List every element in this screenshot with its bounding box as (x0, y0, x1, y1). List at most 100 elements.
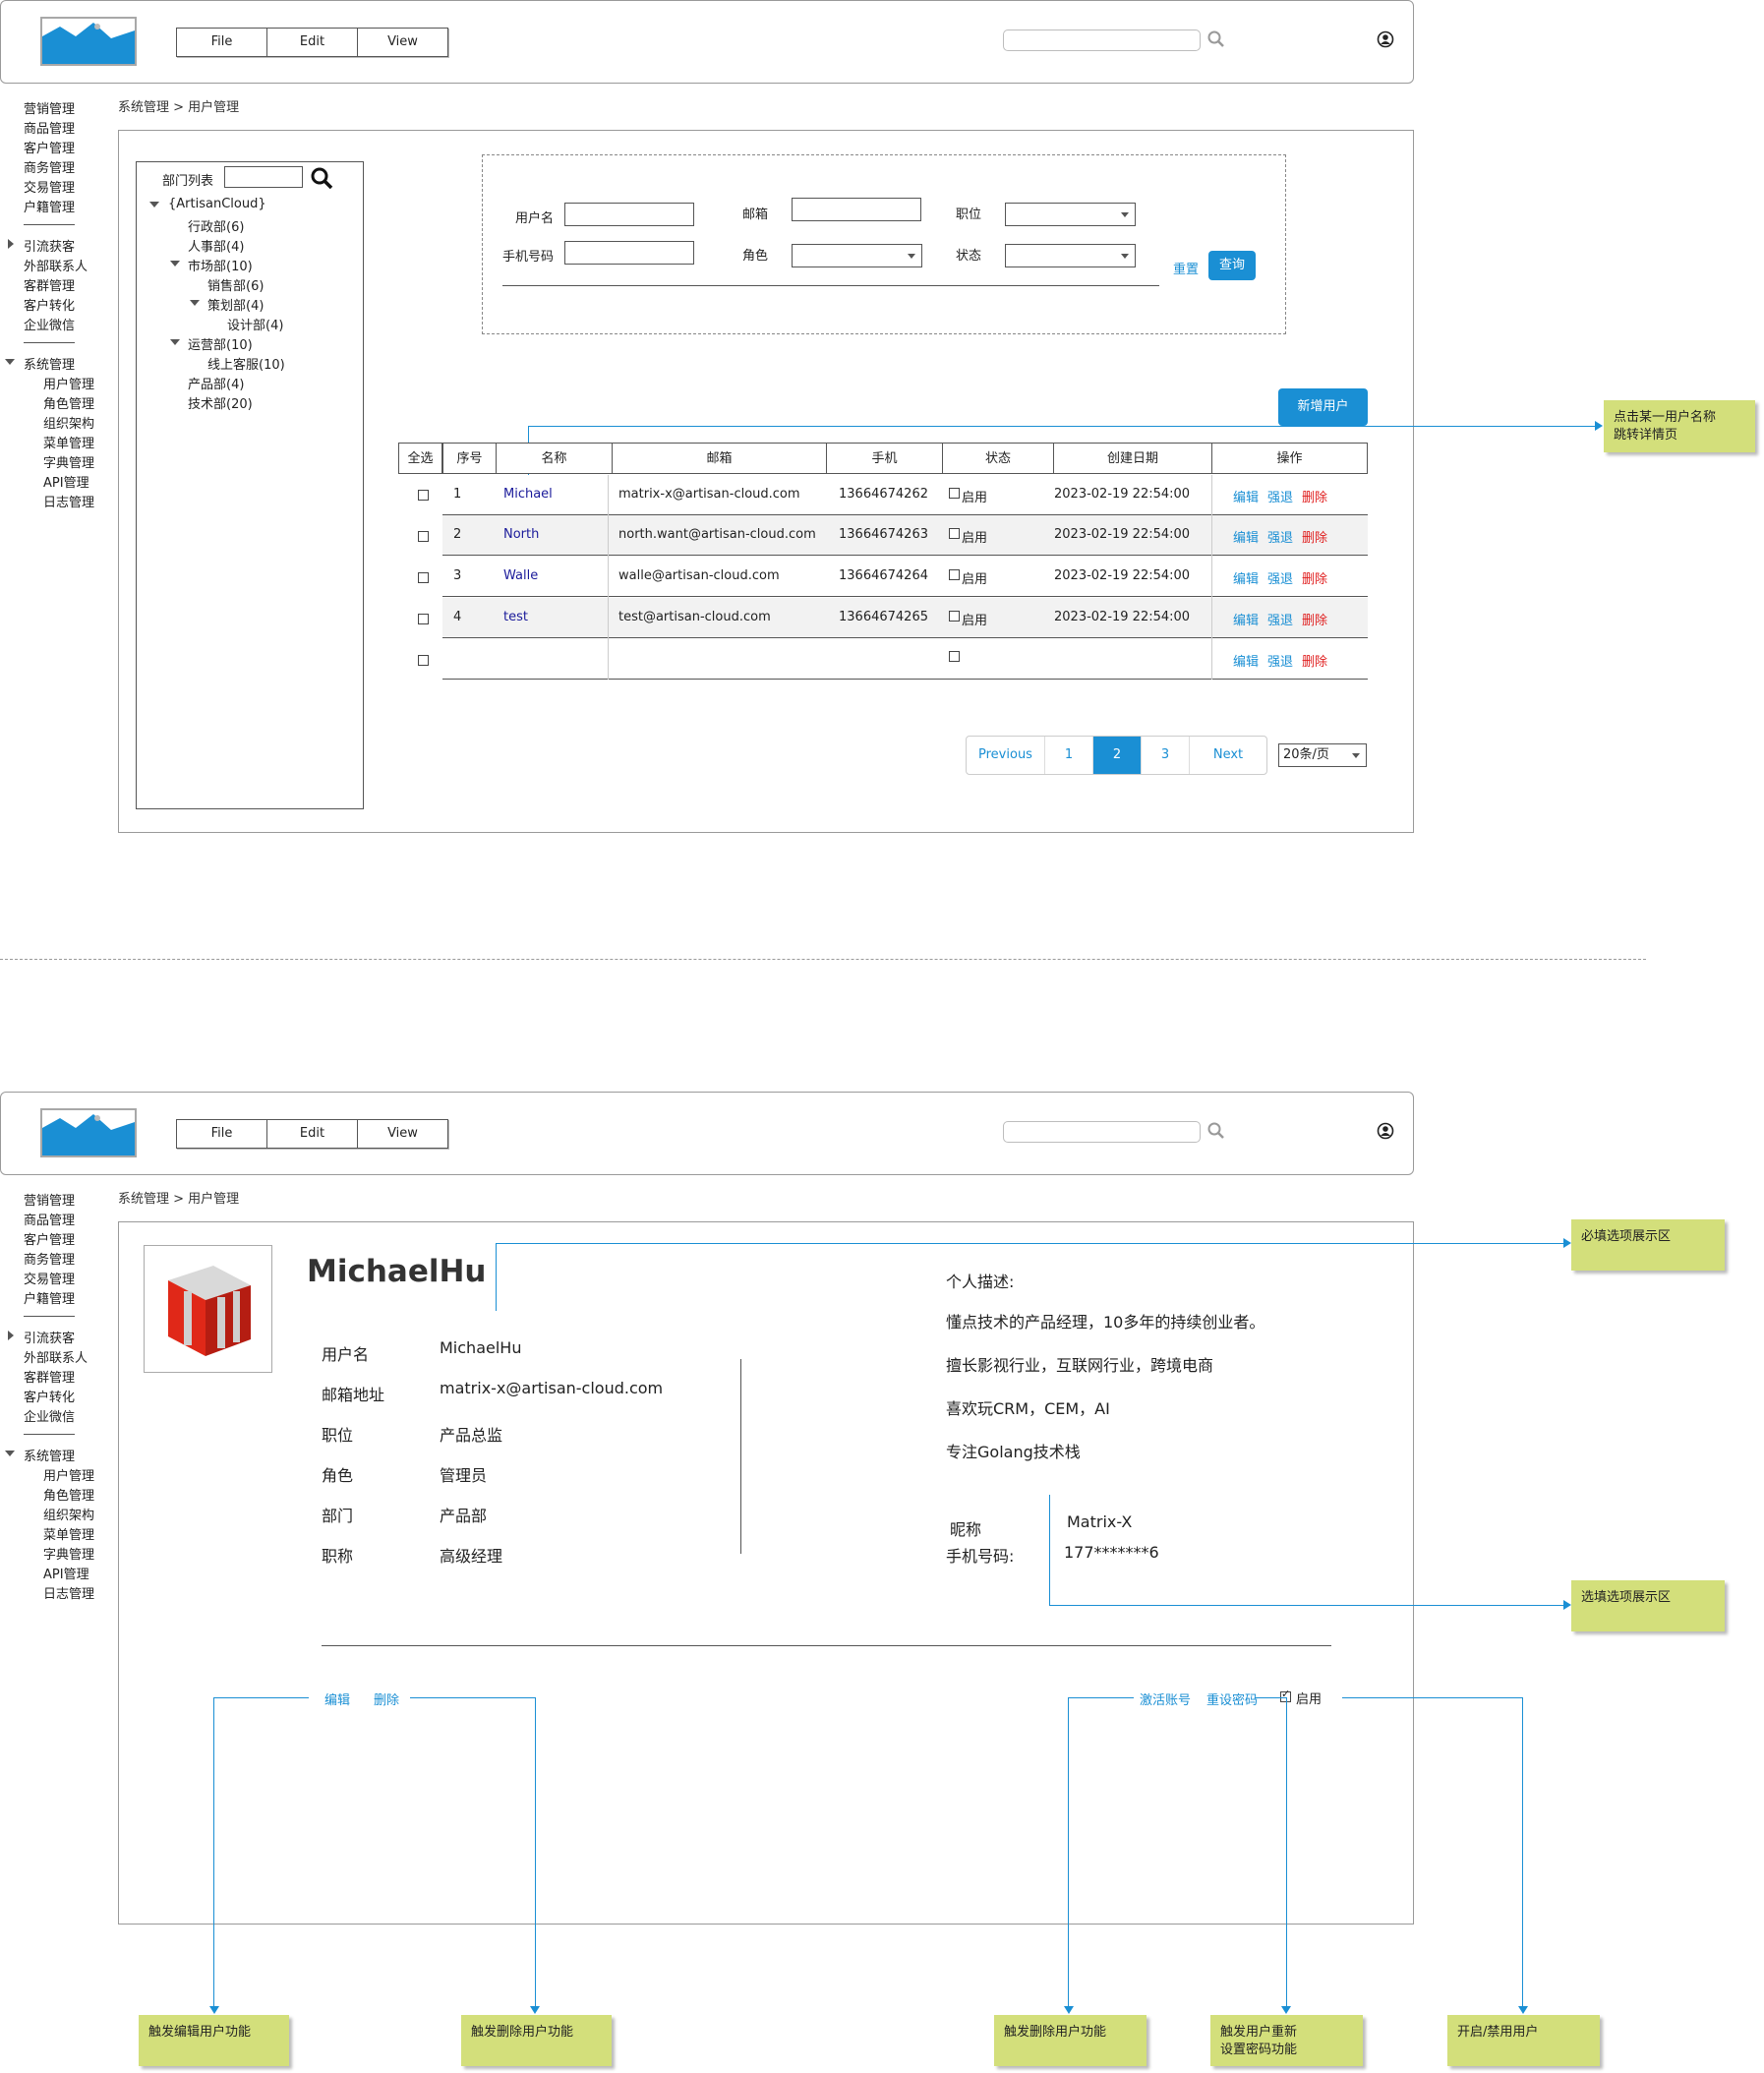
sidebar-subitem[interactable]: 菜单管理 (43, 1524, 94, 1543)
activate-account-button[interactable]: 激活账号 (1140, 1689, 1191, 1708)
sidebar-item-system[interactable]: 系统管理 (24, 1446, 75, 1464)
user-name-link[interactable]: Walle (503, 568, 538, 583)
collapse-arrow-icon[interactable] (170, 339, 180, 345)
col-header-select-all[interactable]: 全选 (398, 443, 442, 474)
status-select[interactable] (1005, 244, 1136, 267)
search-icon[interactable] (310, 166, 333, 190)
next-page-button[interactable]: Next (1190, 737, 1266, 774)
sidebar-item[interactable]: 交易管理 (24, 177, 75, 196)
page-button-1[interactable]: 1 (1045, 737, 1093, 774)
sidebar-subitem[interactable]: 菜单管理 (43, 433, 94, 451)
sidebar-item[interactable]: 企业微信 (24, 1406, 75, 1425)
tree-node[interactable]: 线上客服(10) (207, 354, 285, 373)
reset-button[interactable]: 重置 (1173, 259, 1199, 277)
search-input[interactable] (1003, 30, 1201, 51)
sidebar-item[interactable]: 客户转化 (24, 1387, 75, 1405)
user-name-link[interactable]: test (503, 610, 528, 624)
status-checkbox[interactable] (949, 569, 960, 580)
sidebar-item[interactable]: 客户转化 (24, 295, 75, 314)
sidebar-item[interactable]: 外部联系人 (24, 256, 88, 274)
menu-view[interactable]: View (358, 1120, 447, 1148)
sidebar-item[interactable]: 客户管理 (24, 138, 75, 156)
page-size-select[interactable]: 20条/页 (1278, 743, 1367, 767)
sidebar-item-system[interactable]: 系统管理 (24, 354, 75, 373)
force-logout-button[interactable]: 强退 (1267, 610, 1293, 628)
position-select[interactable] (1005, 203, 1136, 226)
collapse-arrow-icon[interactable] (170, 261, 180, 267)
tree-search-input[interactable] (224, 166, 303, 188)
sidebar-subitem[interactable]: 用户管理 (43, 374, 94, 392)
force-logout-button[interactable]: 强退 (1267, 568, 1293, 587)
row-checkbox[interactable] (418, 655, 429, 666)
edit-button[interactable]: 编辑 (1233, 651, 1259, 670)
sidebar-item[interactable]: 商务管理 (24, 157, 75, 176)
status-checkbox[interactable] (949, 651, 960, 662)
delete-button[interactable]: 删除 (1302, 487, 1327, 505)
status-checkbox[interactable] (949, 488, 960, 499)
row-checkbox[interactable] (418, 531, 429, 542)
sidebar-subitem[interactable]: 角色管理 (43, 393, 94, 412)
sidebar-subitem[interactable]: 组织架构 (43, 413, 94, 432)
edit-button[interactable]: 编辑 (324, 1689, 350, 1708)
tree-node[interactable]: 销售部(6) (207, 275, 264, 294)
query-button[interactable]: 查询 (1208, 251, 1256, 280)
force-logout-button[interactable]: 强退 (1267, 651, 1293, 670)
edit-button[interactable]: 编辑 (1233, 610, 1259, 628)
collapse-arrow-icon[interactable] (149, 202, 159, 207)
delete-button[interactable]: 删除 (1302, 651, 1327, 670)
sidebar-subitem[interactable]: API管理 (43, 1564, 89, 1582)
sidebar-subitem[interactable]: 组织架构 (43, 1505, 94, 1523)
force-logout-button[interactable]: 强退 (1267, 527, 1293, 546)
force-logout-button[interactable]: 强退 (1267, 487, 1293, 505)
sidebar-item[interactable]: 客户管理 (24, 1229, 75, 1248)
search-input[interactable] (1003, 1121, 1201, 1143)
menu-edit[interactable]: Edit (267, 29, 358, 56)
page-button-2[interactable]: 2 (1093, 737, 1142, 774)
menu-file[interactable]: File (177, 1120, 267, 1148)
expand-arrow-icon[interactable] (8, 239, 14, 249)
collapse-arrow-icon[interactable] (5, 359, 15, 365)
sidebar-item[interactable]: 交易管理 (24, 1269, 75, 1287)
sidebar-item[interactable]: 客群管理 (24, 275, 75, 294)
sidebar-item[interactable]: 户籍管理 (24, 197, 75, 215)
sidebar-item[interactable]: 营销管理 (24, 98, 75, 117)
sidebar-subitem[interactable]: 角色管理 (43, 1485, 94, 1504)
sidebar-item[interactable]: 商品管理 (24, 118, 75, 137)
tree-node[interactable]: 行政部(6) (188, 216, 244, 235)
tree-node[interactable]: 市场部(10) (188, 256, 253, 274)
user-name-link[interactable]: North (503, 527, 539, 542)
tree-node[interactable]: 运营部(10) (188, 334, 253, 353)
row-checkbox[interactable] (418, 614, 429, 624)
menu-file[interactable]: File (177, 29, 267, 56)
expand-arrow-icon[interactable] (8, 1331, 14, 1340)
menu-view[interactable]: View (358, 29, 447, 56)
collapse-arrow-icon[interactable] (190, 300, 200, 306)
sidebar-subitem[interactable]: API管理 (43, 472, 89, 491)
prev-page-button[interactable]: Previous (967, 737, 1045, 774)
user-avatar-icon[interactable] (1377, 30, 1394, 48)
username-input[interactable] (564, 203, 694, 226)
sidebar-item[interactable]: 外部联系人 (24, 1347, 88, 1366)
sidebar-item[interactable]: 引流获客 (24, 236, 75, 255)
collapse-arrow-icon[interactable] (5, 1451, 15, 1456)
sidebar-subitem[interactable]: 字典管理 (43, 452, 94, 471)
sidebar-item[interactable]: 引流获客 (24, 1328, 75, 1346)
search-icon[interactable] (1206, 1121, 1226, 1141)
role-select[interactable] (792, 244, 922, 267)
sidebar-item[interactable]: 企业微信 (24, 315, 75, 333)
sidebar-subitem[interactable]: 日志管理 (43, 1583, 94, 1602)
menu-edit[interactable]: Edit (267, 1120, 358, 1148)
tree-node[interactable]: 人事部(4) (188, 236, 244, 255)
sidebar-subitem[interactable]: 日志管理 (43, 492, 94, 510)
delete-button[interactable]: 删除 (1302, 610, 1327, 628)
edit-button[interactable]: 编辑 (1233, 527, 1259, 546)
page-button-3[interactable]: 3 (1142, 737, 1190, 774)
tree-node[interactable]: 产品部(4) (188, 374, 244, 392)
user-name-link[interactable]: Michael (503, 487, 553, 502)
delete-button[interactable]: 删除 (374, 1689, 399, 1708)
status-checkbox[interactable] (949, 528, 960, 539)
sidebar-subitem[interactable]: 用户管理 (43, 1465, 94, 1484)
phone-input[interactable] (564, 241, 694, 265)
sidebar-item[interactable]: 户籍管理 (24, 1288, 75, 1307)
sidebar-subitem[interactable]: 字典管理 (43, 1544, 94, 1563)
